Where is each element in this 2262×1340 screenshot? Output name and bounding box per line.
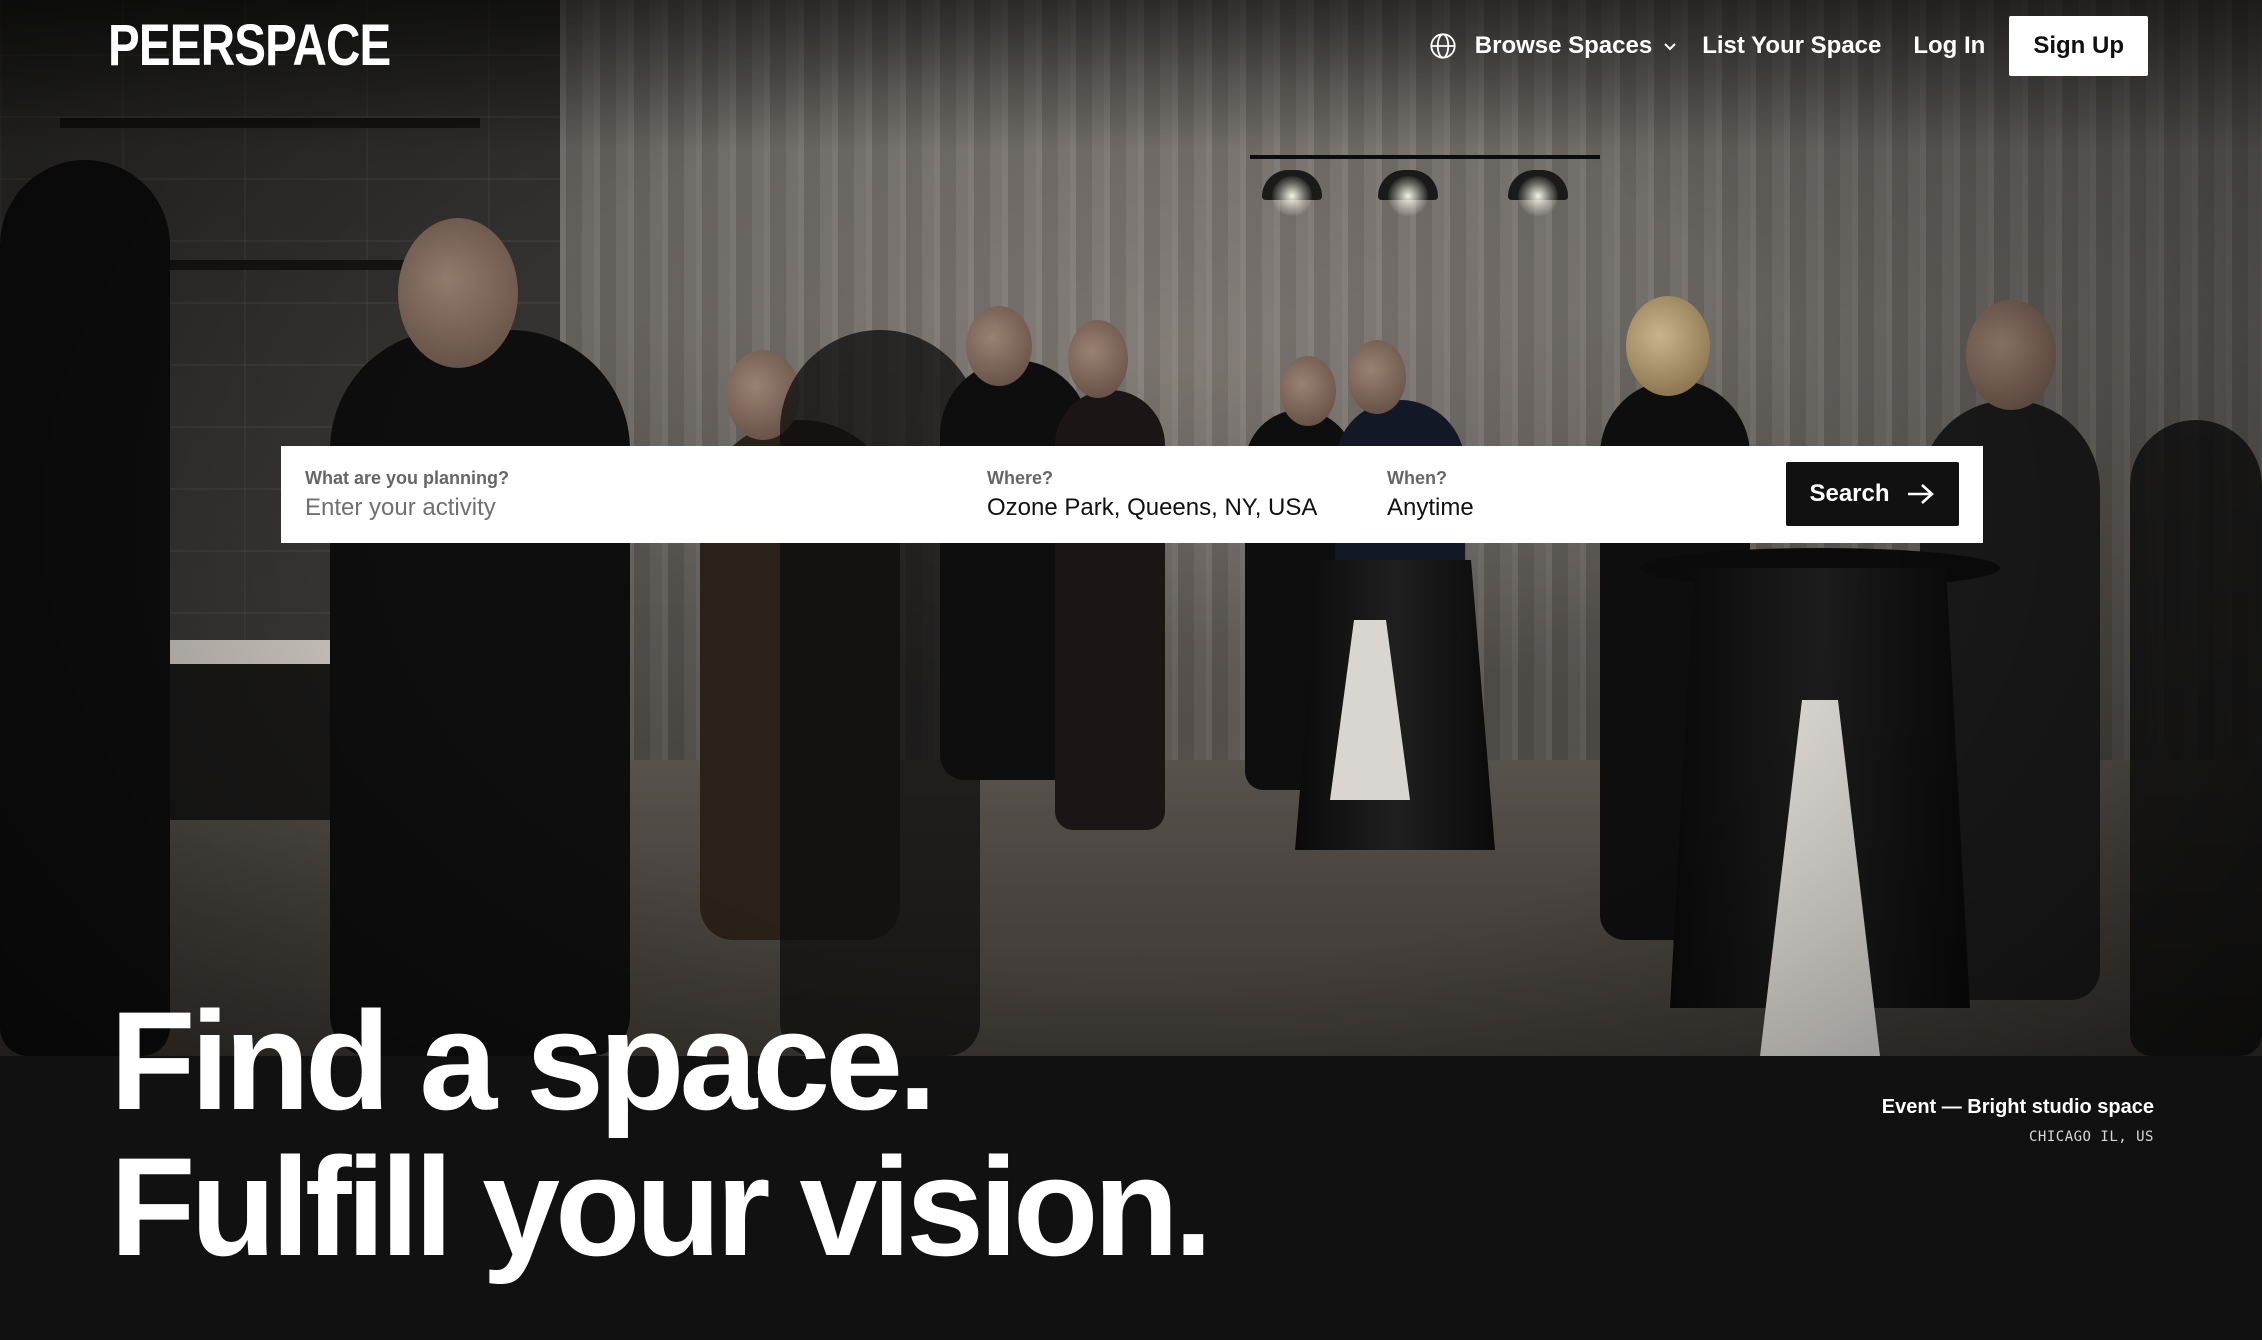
when-value[interactable]: Anytime xyxy=(1387,493,1687,523)
search-button-label: Search xyxy=(1809,480,1890,507)
main-nav: Browse Spaces List Your Space Log In Sig… xyxy=(1429,16,2148,76)
sign-up-button[interactable]: Sign Up xyxy=(2009,16,2148,76)
caption-location: CHICAGO IL, US xyxy=(2028,1129,2154,1145)
activity-input[interactable] xyxy=(305,492,925,523)
when-label: When? xyxy=(1387,467,1447,488)
site-header: PEERSPACE Browse Spaces List Your Space … xyxy=(0,0,2262,92)
hero-headline: Find a space. Fulfill your vision. xyxy=(110,982,1213,1285)
globe-icon xyxy=(1430,33,1456,59)
arrow-right-icon xyxy=(1907,484,1934,504)
when-field[interactable]: When? Anytime xyxy=(1387,446,1687,543)
search-button[interactable]: Search xyxy=(1786,462,1959,526)
caption-title[interactable]: Event — Bright studio space xyxy=(1882,1094,2154,1120)
chevron-down-icon xyxy=(1664,43,1676,51)
where-label: Where? xyxy=(987,467,1054,488)
activity-field[interactable]: What are you planning? xyxy=(305,446,945,543)
log-in-link[interactable]: Log In xyxy=(1913,32,1985,60)
headline-line-1: Find a space. xyxy=(110,982,937,1139)
where-value[interactable]: Ozone Park, Queens, NY, USA xyxy=(987,493,1367,523)
list-your-space-link[interactable]: List Your Space xyxy=(1702,32,1881,60)
peerspace-logo[interactable]: PEERSPACE xyxy=(108,14,391,78)
where-field[interactable]: Where? Ozone Park, Queens, NY, USA xyxy=(987,446,1367,543)
browse-spaces-menu[interactable]: Browse Spaces xyxy=(1429,32,1678,60)
photo-caption: Event — Bright studio space CHICAGO IL, … xyxy=(1882,1094,2154,1148)
browse-spaces-label: Browse Spaces xyxy=(1474,32,1653,59)
headline-line-2: Fulfill your vision. xyxy=(110,1128,1213,1285)
activity-label: What are you planning? xyxy=(305,467,510,488)
search-bar: What are you planning? Where? Ozone Park… xyxy=(281,446,1983,543)
peerspace-homepage: PEERSPACE Browse Spaces List Your Space … xyxy=(0,0,2262,1340)
